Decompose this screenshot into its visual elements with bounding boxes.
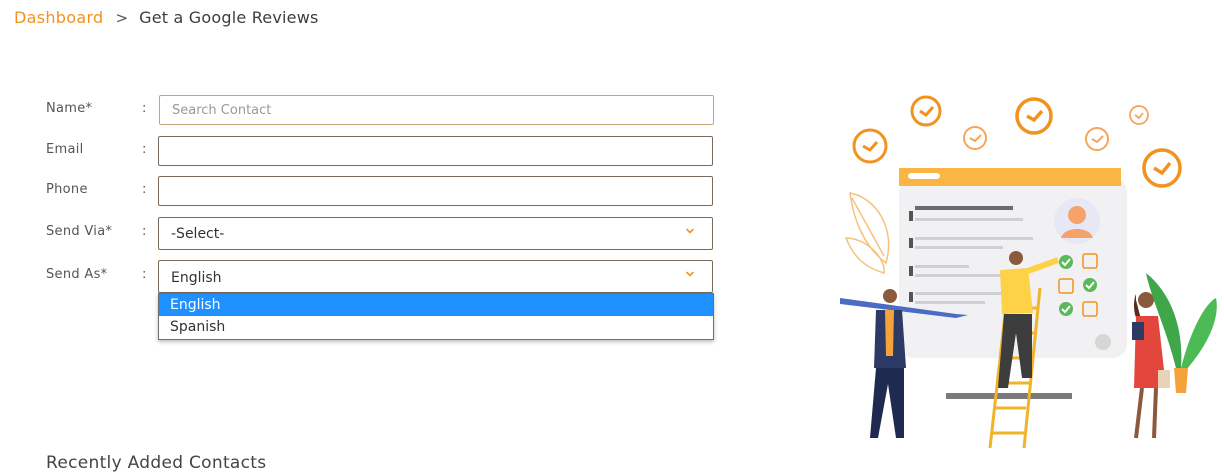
email-input[interactable] (159, 137, 712, 165)
breadcrumb-separator: > (115, 8, 129, 27)
chevron-down-icon (686, 228, 694, 234)
phone-field (158, 176, 713, 206)
name-field (159, 95, 714, 125)
recently-added-contacts-heading: Recently Added Contacts (46, 453, 267, 473)
clock-icon (910, 95, 942, 127)
send-as-value: English (171, 270, 222, 286)
clock-icon (852, 128, 888, 164)
send-as-label: Send As* (46, 267, 108, 282)
clock-icon (1129, 105, 1149, 125)
phone-input[interactable] (159, 177, 712, 205)
dropdown-option-spanish[interactable]: Spanish (159, 316, 713, 338)
clock-icon (963, 126, 987, 150)
page-title: Get a Google Reviews (139, 8, 319, 27)
phone-label: Phone (46, 182, 88, 197)
checklist-illustration (840, 95, 1217, 449)
send-as-select[interactable]: English (158, 260, 713, 293)
send-via-select[interactable]: -Select- (158, 217, 713, 250)
clock-icon (1085, 127, 1109, 151)
name-label: Name* (46, 101, 93, 116)
clock-icon (1015, 97, 1053, 135)
email-field (158, 136, 713, 166)
name-colon: : (142, 101, 147, 116)
send-via-colon: : (142, 224, 147, 239)
person-yellow-shirt (1000, 268, 1033, 314)
send-as-colon: : (142, 267, 147, 282)
monitor-stand (946, 393, 1072, 399)
email-colon: : (142, 142, 147, 157)
phone-colon: : (142, 182, 147, 197)
breadcrumb: Dashboard > Get a Google Reviews (14, 8, 319, 27)
email-label: Email (46, 142, 84, 157)
search-contact-input[interactable] (160, 96, 713, 124)
breadcrumb-dashboard-link[interactable]: Dashboard (14, 8, 104, 27)
dropdown-option-english[interactable]: English (159, 294, 713, 316)
chevron-down-icon (686, 271, 694, 277)
clock-icon (1142, 148, 1182, 188)
send-via-value: -Select- (171, 226, 225, 242)
leaf-decoration (844, 192, 890, 274)
send-as-dropdown: English Spanish (158, 293, 714, 340)
send-via-label: Send Via* (46, 224, 113, 239)
